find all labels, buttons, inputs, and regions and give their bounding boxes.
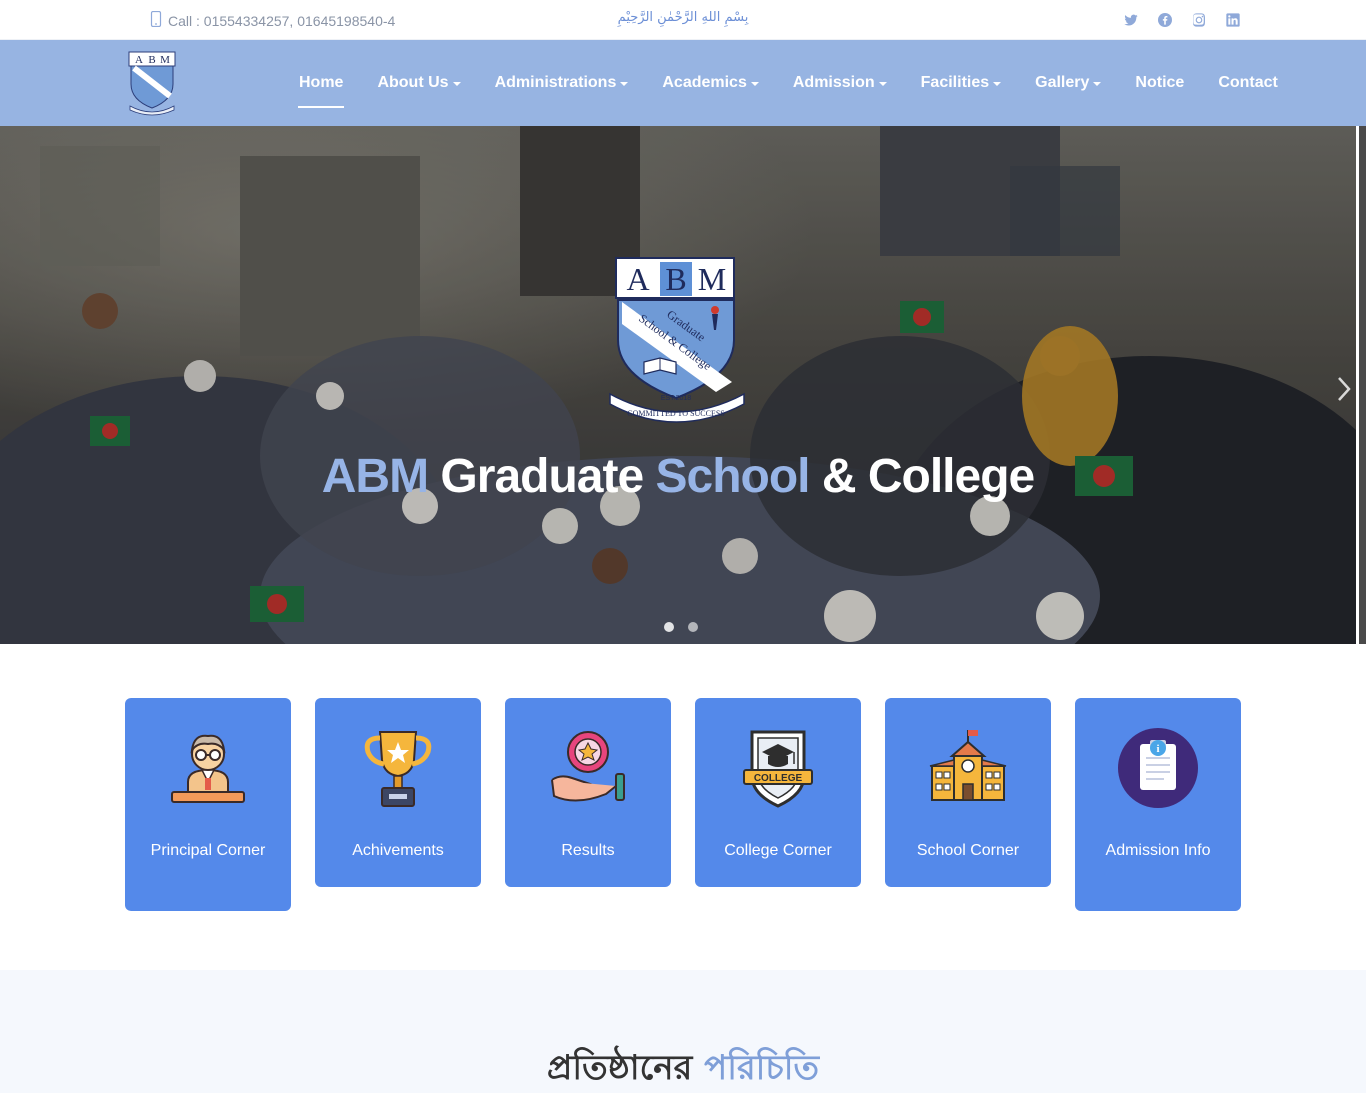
card-achivements-label: Achivements [352, 842, 444, 859]
caret-down-icon [620, 82, 629, 86]
card-admission-info[interactable]: i Admission Info [1075, 698, 1241, 911]
call-info: Call : 01554334257, 01645198540-4 [150, 10, 396, 30]
nav-about-us-label: About Us [377, 74, 449, 91]
caret-down-icon [878, 82, 887, 86]
call-text: Call : 01554334257, 01645198540-4 [168, 12, 396, 29]
slider-indicators [664, 622, 698, 632]
card-principal-corner-label: Principal Corner [150, 842, 266, 859]
crest-est: EST:2018 [661, 395, 691, 402]
hero-title-abm: ABM [321, 450, 429, 503]
logo-letter-a: A [135, 54, 143, 66]
nav-admission[interactable]: Admission [776, 74, 904, 92]
card-principal-corner[interactable]: Principal Corner [125, 698, 291, 911]
nav-facilities-label: Facilities [920, 74, 990, 91]
card-admission-info-label: Admission Info [1105, 842, 1211, 859]
nav-menu: Home About Us Administrations Academics … [282, 40, 1295, 126]
college-icon-word: COLLEGE [754, 773, 803, 784]
card-results[interactable]: Results [505, 698, 671, 887]
logo-letter-b: B [148, 54, 155, 66]
slide-dot-2[interactable] [688, 622, 698, 632]
info-glyph: i [1156, 743, 1159, 755]
bismillah-text: بِسْمِ اللهِ الرَّحْمٰنِ الرَّحِيْمِ [617, 10, 749, 25]
instagram-icon[interactable] [1190, 11, 1208, 29]
chevron-right-icon[interactable] [1336, 376, 1352, 402]
admission-clipboard-icon: i [1118, 728, 1198, 808]
linkedin-icon[interactable] [1224, 11, 1242, 29]
social-links [1122, 11, 1242, 29]
logo-letter-m: M [160, 54, 170, 66]
nav-contact-label: Contact [1218, 74, 1278, 91]
nav-notice[interactable]: Notice [1118, 74, 1201, 92]
nav-home[interactable]: Home [282, 74, 360, 108]
nav-notice-label: Notice [1135, 74, 1185, 91]
hero-title-college: & College [821, 450, 1035, 503]
caret-down-icon [452, 82, 461, 86]
card-achivements[interactable]: Achivements [315, 698, 481, 887]
principal-icon [171, 734, 245, 803]
hero-title: ABM Graduate School & College [0, 449, 1356, 504]
quick-links: Principal Corner Achivements Results COL… [125, 698, 1241, 911]
nav-academics-label: Academics [662, 74, 747, 91]
slide-dot-1[interactable] [664, 622, 674, 632]
crest-motto: COMMITTED TO SUCCESS [627, 409, 725, 418]
results-badge-icon [551, 731, 625, 802]
school-logo[interactable]: A B M [126, 50, 178, 116]
intro-title-part2: পরিচিতি [704, 1048, 819, 1088]
nav-academics[interactable]: Academics [645, 74, 776, 92]
card-college-corner[interactable]: COLLEGE College Corner [695, 698, 861, 887]
college-crest-icon: COLLEGE [743, 730, 813, 808]
nav-home-label: Home [299, 74, 344, 91]
intro-title-part1: প্রতিষ্ঠানের [547, 1048, 693, 1088]
intro-title: প্রতিষ্ঠানের পরিচিতি [0, 1042, 1366, 1093]
crest-letter-a: A [626, 261, 649, 297]
nav-gallery[interactable]: Gallery [1018, 74, 1118, 92]
hero-title-graduate: Graduate [440, 450, 644, 503]
card-school-corner[interactable]: School Corner [885, 698, 1051, 887]
facebook-icon[interactable] [1156, 11, 1174, 29]
card-results-label: Results [561, 842, 615, 859]
nav-administrations[interactable]: Administrations [478, 74, 646, 92]
caret-down-icon [1093, 82, 1102, 86]
next-slide-peek [1356, 126, 1366, 644]
school-building-icon [929, 730, 1007, 801]
hero-crest-logo: A B M Graduate School & College EST:2018… [609, 257, 745, 423]
nav-about-us[interactable]: About Us [360, 74, 477, 92]
intro-section: প্রতিষ্ঠানের পরিচিতি [0, 970, 1366, 1093]
nav-admission-label: Admission [792, 74, 875, 91]
twitter-icon[interactable] [1122, 11, 1140, 29]
nav-facilities[interactable]: Facilities [904, 74, 1018, 92]
hero-slider: A B M Graduate School & College EST:2018… [0, 126, 1356, 644]
hero-title-school: School [655, 450, 811, 503]
main-navbar: A B M Home About Us Administrations Acad… [0, 40, 1366, 126]
caret-down-icon [750, 82, 759, 86]
trophy-icon [364, 731, 432, 807]
nav-administrations-label: Administrations [494, 74, 617, 91]
top-bar: Call : 01554334257, 01645198540-4 بِسْمِ… [0, 0, 1366, 40]
caret-down-icon [993, 82, 1002, 86]
crest-letter-b: B [665, 261, 686, 297]
nav-gallery-label: Gallery [1035, 74, 1090, 91]
card-school-corner-label: School Corner [916, 842, 1020, 859]
phone-icon [150, 10, 162, 30]
crest-letter-m: M [698, 261, 726, 297]
nav-contact[interactable]: Contact [1201, 74, 1295, 92]
card-college-corner-label: College Corner [724, 842, 832, 859]
